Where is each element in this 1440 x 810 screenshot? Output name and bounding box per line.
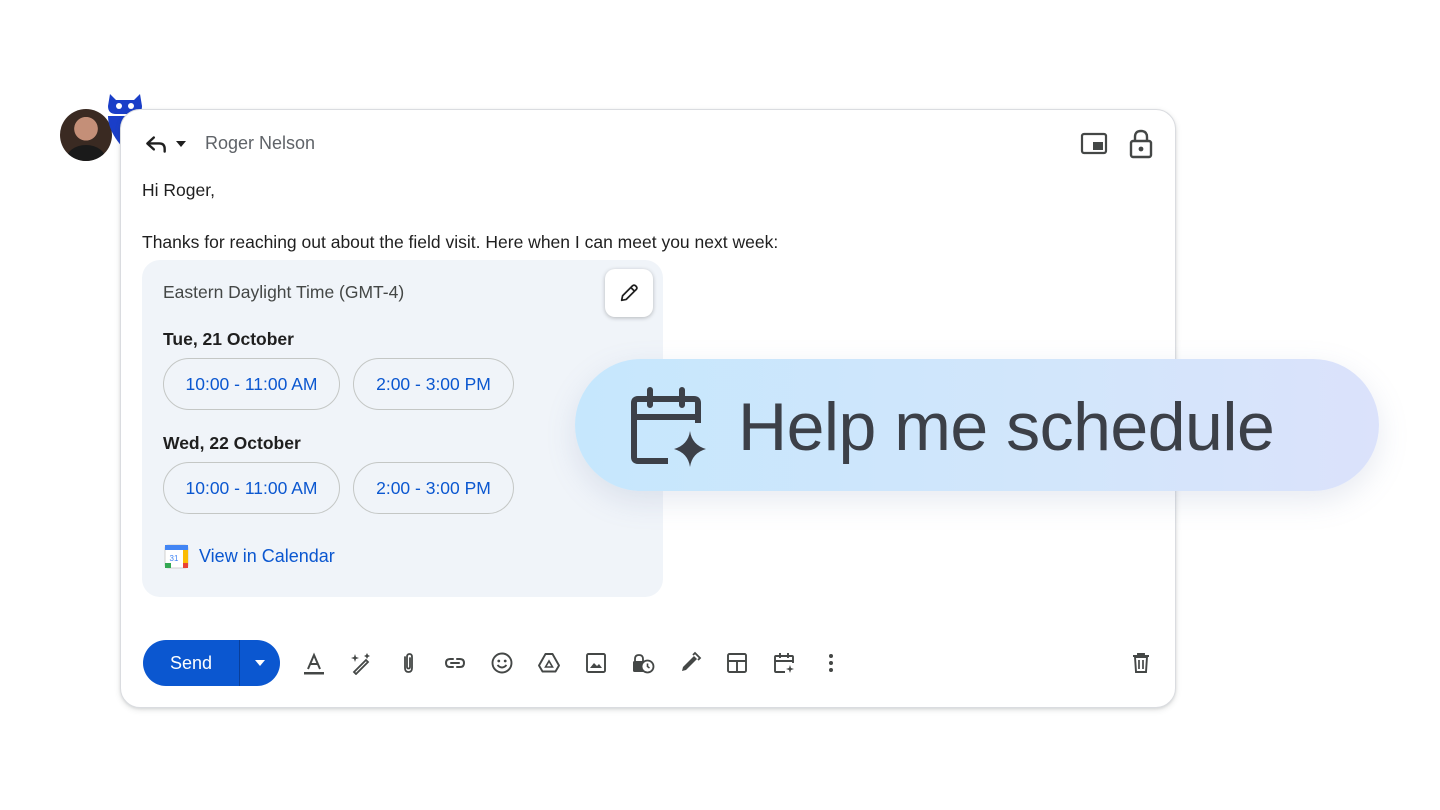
- message-greeting[interactable]: Hi Roger,: [142, 180, 215, 201]
- drive-icon[interactable]: [536, 650, 562, 676]
- svg-text:31: 31: [170, 554, 179, 563]
- schedule-icon[interactable]: [771, 650, 797, 676]
- help-me-schedule-label: Help me schedule: [738, 389, 1275, 465]
- day-label-wed: Wed, 22 October: [163, 433, 301, 453]
- time-slot-wed-2[interactable]: 2:00 - 3:00 PM: [353, 462, 514, 514]
- time-slot-tue-2[interactable]: 2:00 - 3:00 PM: [353, 358, 514, 410]
- send-button[interactable]: Send: [143, 640, 239, 686]
- message-body[interactable]: Thanks for reaching out about the field …: [142, 232, 778, 253]
- signature-icon[interactable]: [677, 650, 703, 676]
- text-format-icon[interactable]: [301, 650, 327, 676]
- caret-down-icon: [255, 660, 265, 666]
- send-button-group: Send: [143, 640, 280, 686]
- picture-in-picture-icon[interactable]: [1080, 130, 1108, 158]
- attach-icon[interactable]: [395, 650, 421, 676]
- recipient-name[interactable]: Roger Nelson: [205, 133, 315, 154]
- time-slot-tue-1[interactable]: 10:00 - 11:00 AM: [163, 358, 340, 410]
- caret-down-icon[interactable]: [174, 138, 188, 150]
- trash-icon[interactable]: [1128, 650, 1154, 676]
- view-in-calendar-link[interactable]: 31 View in Calendar: [164, 544, 335, 569]
- edit-availability-button[interactable]: [605, 269, 653, 317]
- google-calendar-icon: 31: [164, 544, 189, 569]
- timezone-label: Eastern Daylight Time (GMT-4): [163, 282, 405, 302]
- time-slot-wed-1[interactable]: 10:00 - 11:00 AM: [163, 462, 340, 514]
- magic-pen-icon[interactable]: [348, 650, 374, 676]
- image-icon[interactable]: [583, 650, 609, 676]
- lock-icon[interactable]: [1128, 129, 1154, 159]
- more-options-icon[interactable]: [818, 650, 844, 676]
- confidential-mode-icon[interactable]: [630, 650, 656, 676]
- calendar-sparkle-icon: [631, 387, 706, 467]
- pencil-icon: [620, 284, 638, 302]
- reply-icon[interactable]: [143, 131, 169, 157]
- emoji-icon[interactable]: [489, 650, 515, 676]
- view-in-calendar-label[interactable]: View in Calendar: [199, 546, 335, 567]
- link-icon[interactable]: [442, 650, 468, 676]
- day-label-tue: Tue, 21 October: [163, 329, 294, 349]
- layout-icon[interactable]: [724, 650, 750, 676]
